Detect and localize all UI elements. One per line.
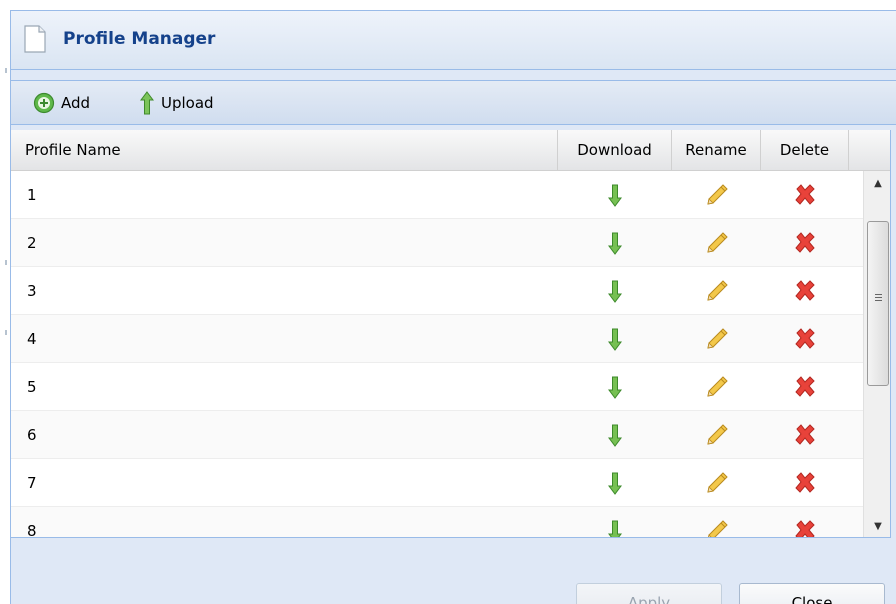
- apply-button[interactable]: Apply: [576, 583, 722, 604]
- edge-mark: [5, 260, 7, 265]
- column-header-download[interactable]: Download: [558, 130, 672, 171]
- profile-name-cell: 4: [27, 330, 37, 348]
- profile-grid: Profile Name Download Rename Delete 1 2 3 4…: [11, 130, 891, 538]
- table-row[interactable]: 7: [11, 459, 863, 507]
- profile-name-cell: 3: [27, 282, 37, 300]
- profile-name-cell: 1: [27, 186, 37, 204]
- delete-x-icon[interactable]: [793, 375, 817, 399]
- delete-x-icon[interactable]: [793, 327, 817, 351]
- rename-pencil-icon[interactable]: [705, 519, 729, 537]
- profile-name-cell: 2: [27, 234, 37, 252]
- grip-line: [875, 294, 882, 295]
- download-arrow-icon[interactable]: [603, 519, 627, 537]
- table-row[interactable]: 6: [11, 411, 863, 459]
- download-arrow-icon[interactable]: [603, 423, 627, 447]
- column-header-rename[interactable]: Rename: [672, 130, 761, 171]
- upload-button[interactable]: Upload: [139, 91, 214, 115]
- profile-name-cell: 8: [27, 522, 37, 538]
- profile-name-cell: 5: [27, 378, 37, 396]
- column-header-delete[interactable]: Delete: [761, 130, 849, 171]
- delete-x-icon[interactable]: [793, 183, 817, 207]
- upload-arrow-icon: [140, 91, 154, 115]
- edge-mark: [5, 68, 7, 73]
- delete-x-icon[interactable]: [793, 471, 817, 495]
- profile-name-cell: 6: [27, 426, 37, 444]
- scroll-down-icon[interactable]: ▼: [864, 514, 890, 537]
- column-header-profile-name[interactable]: Profile Name: [11, 130, 558, 171]
- rename-pencil-icon[interactable]: [705, 471, 729, 495]
- upload-label: Upload: [161, 94, 214, 112]
- rename-pencil-icon[interactable]: [705, 231, 729, 255]
- table-row[interactable]: 3: [11, 267, 863, 315]
- scroll-thumb[interactable]: [867, 221, 889, 386]
- edge-mark: [5, 330, 7, 335]
- table-row[interactable]: 5: [11, 363, 863, 411]
- delete-x-icon[interactable]: [793, 231, 817, 255]
- profile-name-cell: 7: [27, 474, 37, 492]
- vertical-scrollbar[interactable]: ▲ ▼: [863, 171, 890, 537]
- download-arrow-icon[interactable]: [603, 375, 627, 399]
- scroll-up-icon[interactable]: ▲: [864, 171, 890, 195]
- dialog-title: Profile Manager: [63, 29, 216, 49]
- add-circle-icon: [33, 92, 55, 114]
- rename-pencil-icon[interactable]: [705, 327, 729, 351]
- rename-pencil-icon[interactable]: [705, 279, 729, 303]
- close-button[interactable]: Close: [739, 583, 885, 604]
- download-arrow-icon[interactable]: [603, 231, 627, 255]
- delete-x-icon[interactable]: [793, 279, 817, 303]
- download-arrow-icon[interactable]: [603, 183, 627, 207]
- delete-x-icon[interactable]: [793, 423, 817, 447]
- profile-manager-dialog: Profile Manager Add Upload Profile Name …: [10, 10, 896, 604]
- left-edge: [0, 0, 10, 604]
- table-row[interactable]: 8: [11, 507, 863, 538]
- dialog-titlebar: Profile Manager: [11, 11, 896, 70]
- add-label: Add: [61, 94, 91, 112]
- grid-header: Profile Name Download Rename Delete: [11, 130, 890, 171]
- rename-pencil-icon[interactable]: [705, 183, 729, 207]
- toolbar: Add Upload: [11, 80, 896, 125]
- add-button[interactable]: Add: [33, 91, 90, 115]
- download-arrow-icon[interactable]: [603, 471, 627, 495]
- rename-pencil-icon[interactable]: [705, 423, 729, 447]
- download-arrow-icon[interactable]: [603, 279, 627, 303]
- table-row[interactable]: 4: [11, 315, 863, 363]
- table-row[interactable]: 2: [11, 219, 863, 267]
- download-arrow-icon[interactable]: [603, 327, 627, 351]
- rename-pencil-icon[interactable]: [705, 375, 729, 399]
- grip-line: [875, 300, 882, 301]
- document-icon: [24, 25, 46, 53]
- table-row[interactable]: 1: [11, 171, 863, 219]
- delete-x-icon[interactable]: [793, 519, 817, 537]
- grip-line: [875, 297, 882, 298]
